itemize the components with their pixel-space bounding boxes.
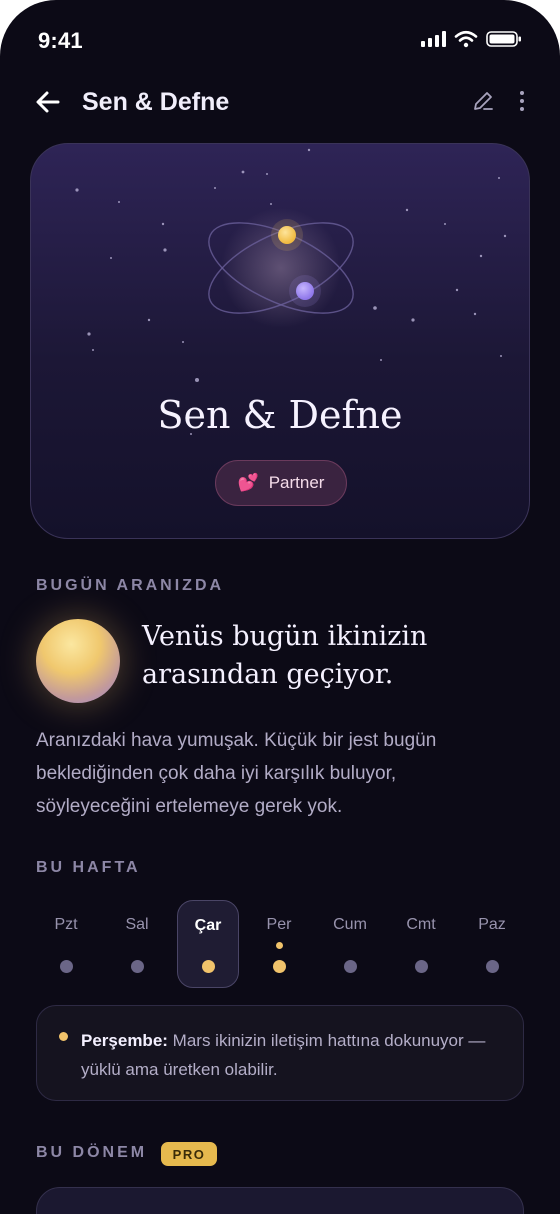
page-title: Sen & Defne [82,88,230,116]
day-item-paz[interactable]: Paz [461,900,523,988]
today-description: Aranızdaki hava yumuşak. Küçük bir jest … [36,730,437,817]
period-card[interactable] [36,1187,524,1214]
relationship-type-label: Partner [268,473,325,492]
note-text: Perşembe: Mars ikinizin iletişim hattına… [81,1026,501,1084]
status-time: 9:41 [38,28,83,53]
pro-badge: PRO [161,1142,217,1166]
day-status-dot [415,960,428,973]
day-status-dot [60,960,73,973]
venus-orb-icon [36,619,120,703]
day-item-pzt[interactable]: Pzt [35,900,97,988]
day-status-dot [131,960,144,973]
day-item-car[interactable]: Çar [177,900,239,988]
more-options-icon[interactable] [514,88,530,114]
week-day-selector: Pzt Sal Çar Per Cum Cmt Paz [31,900,529,988]
app-screen: 9:41 Sen & Defne Sen & Defne 💕 Partner B… [0,0,560,1214]
back-arrow-icon[interactable] [32,86,64,118]
day-name: Çar [194,917,222,934]
day-status-dot [344,960,357,973]
day-name: Per [266,916,292,933]
status-icons [421,30,522,48]
transit-marker-dot [276,942,283,949]
navigation-bar: Sen & Defne [0,80,560,124]
wifi-icon [454,30,478,48]
day-name: Cmt [406,916,436,933]
week-transit-note: Perşembe: Mars ikinizin iletişim hattına… [36,1005,524,1101]
day-item-cum[interactable]: Cum [319,900,381,988]
day-status-dot [486,960,499,973]
day-item-cmt[interactable]: Cmt [390,900,452,988]
edit-pencil-icon[interactable] [470,88,496,114]
two-hearts-icon: 💕 [237,473,259,492]
week-section-label: BU HAFTA [36,859,141,876]
day-name: Paz [478,916,506,933]
day-name: Cum [333,916,367,933]
status-bar: 9:41 [0,0,560,80]
cellular-signal-icon [421,31,446,47]
relationship-type-chip[interactable]: 💕 Partner [215,460,347,506]
day-status-dot [202,960,215,973]
today-section-label: BUGÜN ARANIZDA [36,577,225,594]
day-item-sal[interactable]: Sal [106,900,168,988]
note-day: Perşembe: [81,1031,168,1050]
day-item-per[interactable]: Per [248,900,310,988]
note-bullet-dot [59,1032,68,1041]
today-headline: Venüs bugün ikinizin arasından geçiyor. [142,621,428,690]
day-name: Pzt [54,916,78,933]
battery-icon [486,31,521,47]
hero-title: Sen & Defne [157,393,403,437]
relationship-hero-card: Sen & Defne 💕 Partner [30,143,530,539]
period-section-label: BU DÖNEM [36,1144,148,1161]
day-status-dot [273,960,286,973]
day-name: Sal [125,916,149,933]
